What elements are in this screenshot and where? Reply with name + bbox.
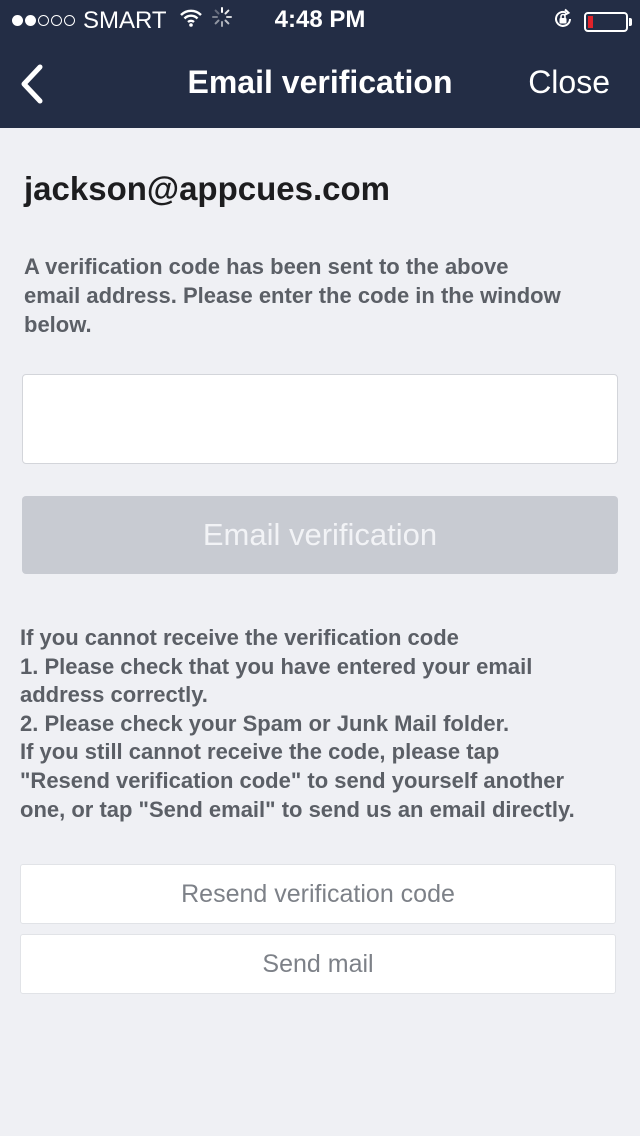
help-line: 1. Please check that you have entered yo… xyxy=(20,653,533,679)
email-verification-button[interactable]: Email verification xyxy=(22,496,618,574)
header: SMART 4:48 PM Email verification Close xyxy=(0,0,640,128)
email-address: jackson@appcues.com xyxy=(24,170,390,207)
resend-verification-code-button[interactable]: Resend verification code xyxy=(20,864,616,924)
instruction-text: A verification code has been sent to the… xyxy=(24,252,624,339)
battery-icon xyxy=(584,11,632,32)
help-text: If you cannot receive the verification c… xyxy=(20,624,630,824)
help-line: 2. Please check your Spam or Junk Mail f… xyxy=(20,710,510,736)
rotation-lock-icon xyxy=(552,8,574,35)
status-right xyxy=(552,8,632,35)
navigation-bar: Email verification Close xyxy=(0,40,640,128)
help-line: one, or tap "Send email" to send us an e… xyxy=(20,796,575,822)
instruction-line: below. xyxy=(24,312,92,337)
verification-code-input[interactable] xyxy=(22,374,618,464)
instruction-line: email address. Please enter the code in … xyxy=(24,283,561,308)
send-mail-button[interactable]: Send mail xyxy=(20,934,616,994)
instruction-line: A verification code has been sent to the… xyxy=(24,254,509,279)
close-button[interactable]: Close xyxy=(528,64,610,101)
help-line: If you still cannot receive the code, pl… xyxy=(20,739,500,765)
help-line: address correctly. xyxy=(20,682,208,708)
help-line: "Resend verification code" to send yours… xyxy=(20,767,565,793)
status-bar: SMART 4:48 PM xyxy=(0,0,640,40)
status-time: 4:48 PM xyxy=(274,6,366,33)
help-line: If you cannot receive the verification c… xyxy=(20,625,459,650)
